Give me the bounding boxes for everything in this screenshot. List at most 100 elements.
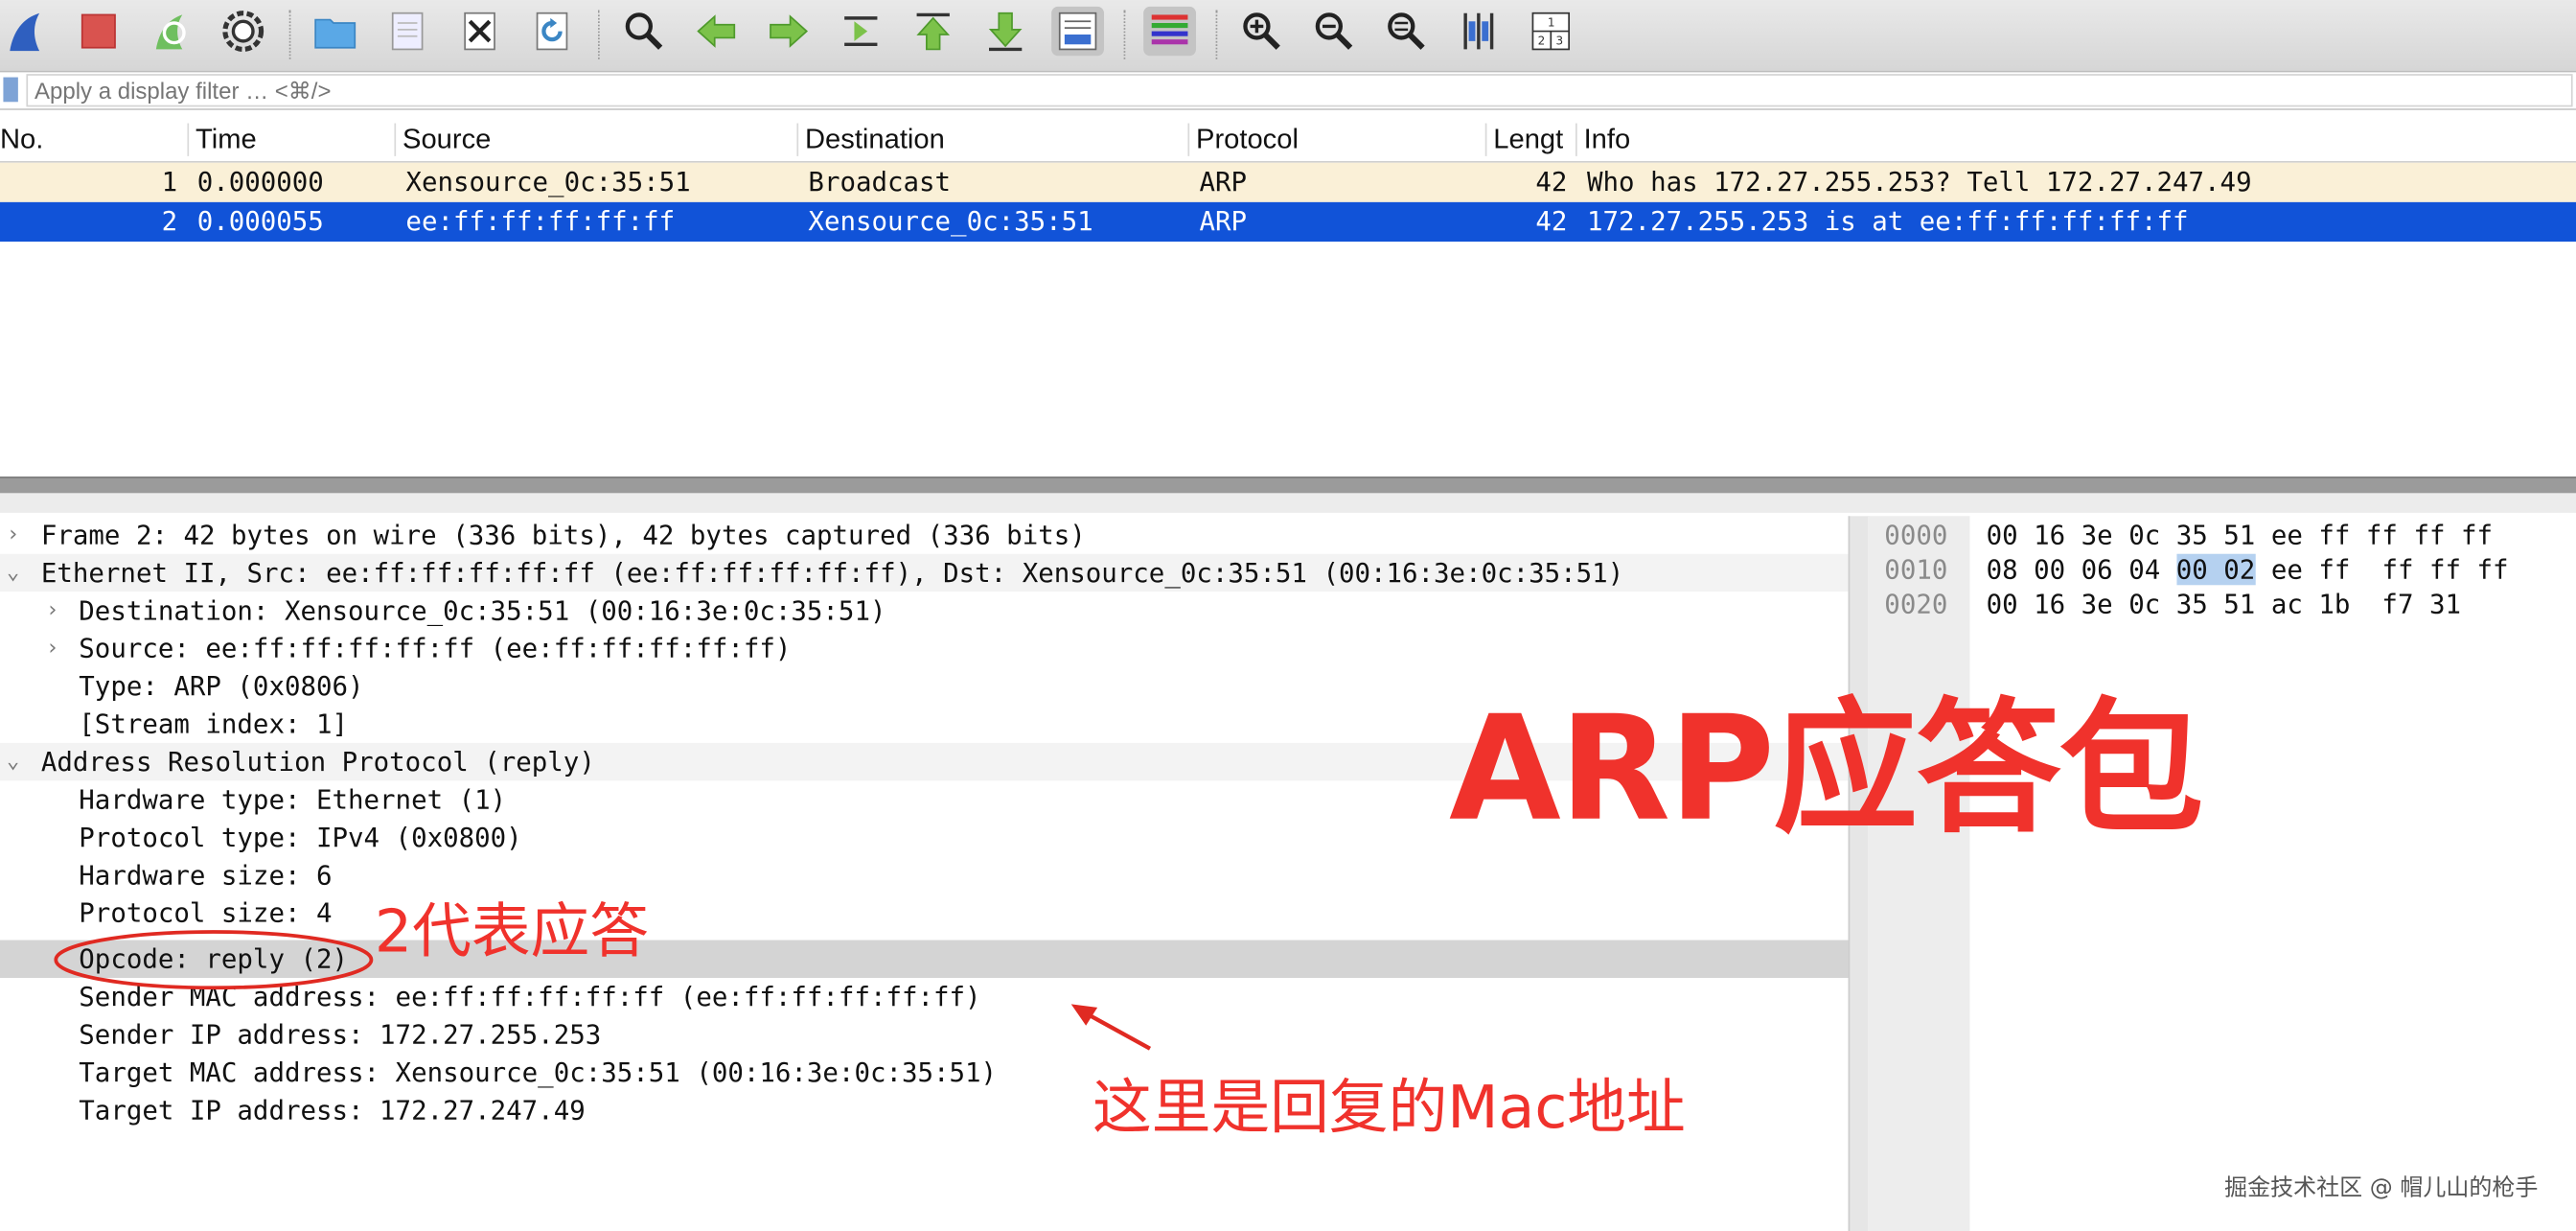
col-destination[interactable]: Destination <box>796 123 945 156</box>
reload-icon[interactable] <box>526 7 579 56</box>
hex-bytes: 00 16 3e 0c 35 51 ac 1b f7 31 <box>1986 588 2461 620</box>
resize-columns-icon[interactable] <box>1452 7 1505 56</box>
tree-item-opcode[interactable]: Opcode: reply (2) <box>0 940 1849 979</box>
tree-item-label: Frame 2: 42 bytes on wire (336 bits), 42… <box>40 519 1086 551</box>
hex-offset: 0020 <box>1884 588 1948 620</box>
col-no[interactable]: No. <box>0 124 43 156</box>
jump-icon[interactable] <box>835 7 887 56</box>
tree-item-sender-ip[interactable]: Sender IP address: 172.27.255.253 <box>0 1015 1849 1053</box>
tree-item-label: Protocol type: IPv4 (0x0800) <box>79 822 522 853</box>
back-arrow-icon[interactable] <box>690 7 743 56</box>
zoom-reset-icon[interactable] <box>1380 7 1433 56</box>
packet-protocol: ARP <box>1199 205 1247 237</box>
hex-bytes: 00 16 3e 0c 35 51 ee ff ff ff ff <box>1986 519 2494 551</box>
search-icon[interactable] <box>618 7 671 56</box>
close-file-icon[interactable] <box>453 7 506 56</box>
watermark: 掘金技术社区 @ 帽儿山的枪手 <box>2224 1174 2539 1202</box>
main-toolbar: 123 <box>0 0 2576 73</box>
first-packet-icon[interactable] <box>907 7 959 56</box>
packet-protocol: ARP <box>1199 166 1247 197</box>
packet-no: 1 <box>161 166 178 197</box>
packet-source: Xensource_0c:35:51 <box>405 166 691 197</box>
packet-row[interactable]: 1 0.000000 Xensource_0c:35:51 Broadcast … <box>0 162 2576 202</box>
packet-length: 42 <box>1535 205 1568 237</box>
hex-offset-column <box>1868 516 1970 1231</box>
tree-item-label: Address Resolution Protocol (reply) <box>40 746 595 778</box>
tree-item-sender-mac[interactable]: Sender MAC address: ee:ff:ff:ff:ff:ff (e… <box>0 978 1849 1015</box>
last-packet-icon[interactable] <box>979 7 1032 56</box>
col-source[interactable]: Source <box>394 123 491 156</box>
hex-offset: 0010 <box>1884 553 1948 586</box>
wireshark-window: 123 No. Time Source Destination Protocol… <box>0 0 2576 1231</box>
tree-item-protocol-size[interactable]: Protocol size: 4 <box>0 894 1849 932</box>
layout-icon[interactable]: 123 <box>1525 7 1577 56</box>
tree-item-frame[interactable]: › Frame 2: 42 bytes on wire (336 bits), 4… <box>0 516 1849 553</box>
display-filter-input[interactable] <box>26 74 2573 107</box>
tree-item-label: Type: ARP (0x0806) <box>79 670 364 703</box>
restart-icon[interactable] <box>145 7 197 56</box>
packet-time: 0.000055 <box>196 205 324 237</box>
gear-icon[interactable] <box>217 7 269 56</box>
folder-icon[interactable] <box>309 7 361 56</box>
col-info[interactable]: Info <box>1576 123 1630 156</box>
tree-item-label: Opcode: reply (2) <box>79 943 349 975</box>
collapse-arrow-icon[interactable]: ⌄ <box>7 554 19 592</box>
packet-bytes-pane: 0000 00 16 3e 0c 35 51 ee ff ff ff ff 00… <box>1868 516 2576 1231</box>
packet-info: 172.27.255.253 is at ee:ff:ff:ff:ff:ff <box>1587 205 2189 237</box>
packet-row-selected[interactable]: 2 0.000055 ee:ff:ff:ff:ff:ff Xensource_0… <box>0 201 2576 243</box>
expand-arrow-icon[interactable]: › <box>46 630 58 667</box>
svg-text:3: 3 <box>1555 34 1563 47</box>
tree-item-source[interactable]: › Source: ee:ff:ff:ff:ff:ff (ee:ff:ff:ff:… <box>0 630 1849 667</box>
hex-bytes-highlight: 00 02 <box>2175 553 2256 586</box>
svg-text:1: 1 <box>1548 15 1555 29</box>
zoom-out-icon[interactable] <box>1308 7 1361 56</box>
tree-item-label: Source: ee:ff:ff:ff:ff:ff (ee:ff:ff:ff:f… <box>79 633 792 664</box>
hex-bytes: 08 00 06 04 <box>1986 553 2176 586</box>
forward-arrow-icon[interactable] <box>762 7 815 56</box>
hex-bytes-row[interactable]: 08 00 06 04 00 02 ee ff ff ff ff <box>1987 552 2509 587</box>
hex-bytes-row[interactable]: 00 16 3e 0c 35 51 ee ff ff ff ff <box>1987 518 2493 552</box>
tree-item-label: Target MAC address: Xensource_0c:35:51 (… <box>79 1057 998 1088</box>
packet-length: 42 <box>1535 166 1568 197</box>
svg-text:2: 2 <box>1538 34 1546 47</box>
tree-item-label: Target IP address: 172.27.247.49 <box>79 1094 586 1126</box>
tree-item-hardware-size[interactable]: Hardware size: 6 <box>0 856 1849 894</box>
display-filter-bar <box>0 72 2576 110</box>
packet-destination: Broadcast <box>808 166 952 197</box>
pane-splitter[interactable] <box>0 476 2576 496</box>
tree-item-ethernet[interactable]: ⌄ Ethernet II, Src: ee:ff:ff:ff:ff:ff (ee… <box>0 553 1849 592</box>
tree-item-label: Ethernet II, Src: ee:ff:ff:ff:ff:ff (ee:… <box>40 557 1624 589</box>
hex-bytes-row[interactable]: 00 16 3e 0c 35 51 ac 1b f7 31 <box>1987 587 2461 621</box>
hex-bytes: ee ff ff ff ff <box>2255 553 2509 586</box>
collapse-arrow-icon[interactable]: ⌄ <box>7 743 19 780</box>
stop-icon[interactable] <box>72 7 125 56</box>
packet-time: 0.000000 <box>196 166 324 197</box>
annotation-title: ARP应答包 <box>1449 684 2204 853</box>
tree-item-label: Sender IP address: 172.27.255.253 <box>79 1018 602 1051</box>
expand-arrow-icon[interactable]: › <box>46 592 58 629</box>
shark-fin-icon[interactable] <box>0 7 53 56</box>
tree-item-label: Hardware size: 6 <box>79 859 333 892</box>
tree-item-label: Hardware type: Ethernet (1) <box>79 783 507 816</box>
pane-splitter-handle[interactable] <box>0 493 2576 513</box>
packet-destination: Xensource_0c:35:51 <box>808 205 1093 237</box>
packet-list: No. Time Source Destination Protocol Len… <box>0 115 2576 474</box>
annotation-mac-note: 这里是回复的Mac地址 <box>1092 1075 1686 1143</box>
col-time[interactable]: Time <box>187 123 257 156</box>
autoscroll-icon[interactable] <box>1051 6 1105 57</box>
packet-source: ee:ff:ff:ff:ff:ff <box>405 205 676 237</box>
tree-item-destination[interactable]: › Destination: Xensource_0c:35:51 (00:16:… <box>0 592 1849 629</box>
col-protocol[interactable]: Protocol <box>1187 123 1299 156</box>
file-icon[interactable] <box>381 7 434 56</box>
zoom-in-icon[interactable] <box>1235 7 1288 56</box>
packet-no: 2 <box>161 205 178 237</box>
bookmark-icon[interactable] <box>3 77 18 103</box>
expand-arrow-icon[interactable]: › <box>7 516 19 553</box>
tree-item-label: Sender MAC address: ee:ff:ff:ff:ff:ff (e… <box>79 981 981 1013</box>
packet-info: Who has 172.27.255.253? Tell 172.27.247.… <box>1587 166 2252 197</box>
col-length[interactable]: Lengt <box>1484 123 1563 156</box>
vertical-splitter[interactable] <box>1848 516 1870 1231</box>
colorize-icon[interactable] <box>1143 6 1197 57</box>
annotation-opcode-note: 2代表应答 <box>374 898 649 967</box>
tree-item-label: [Stream index: 1] <box>79 708 349 740</box>
